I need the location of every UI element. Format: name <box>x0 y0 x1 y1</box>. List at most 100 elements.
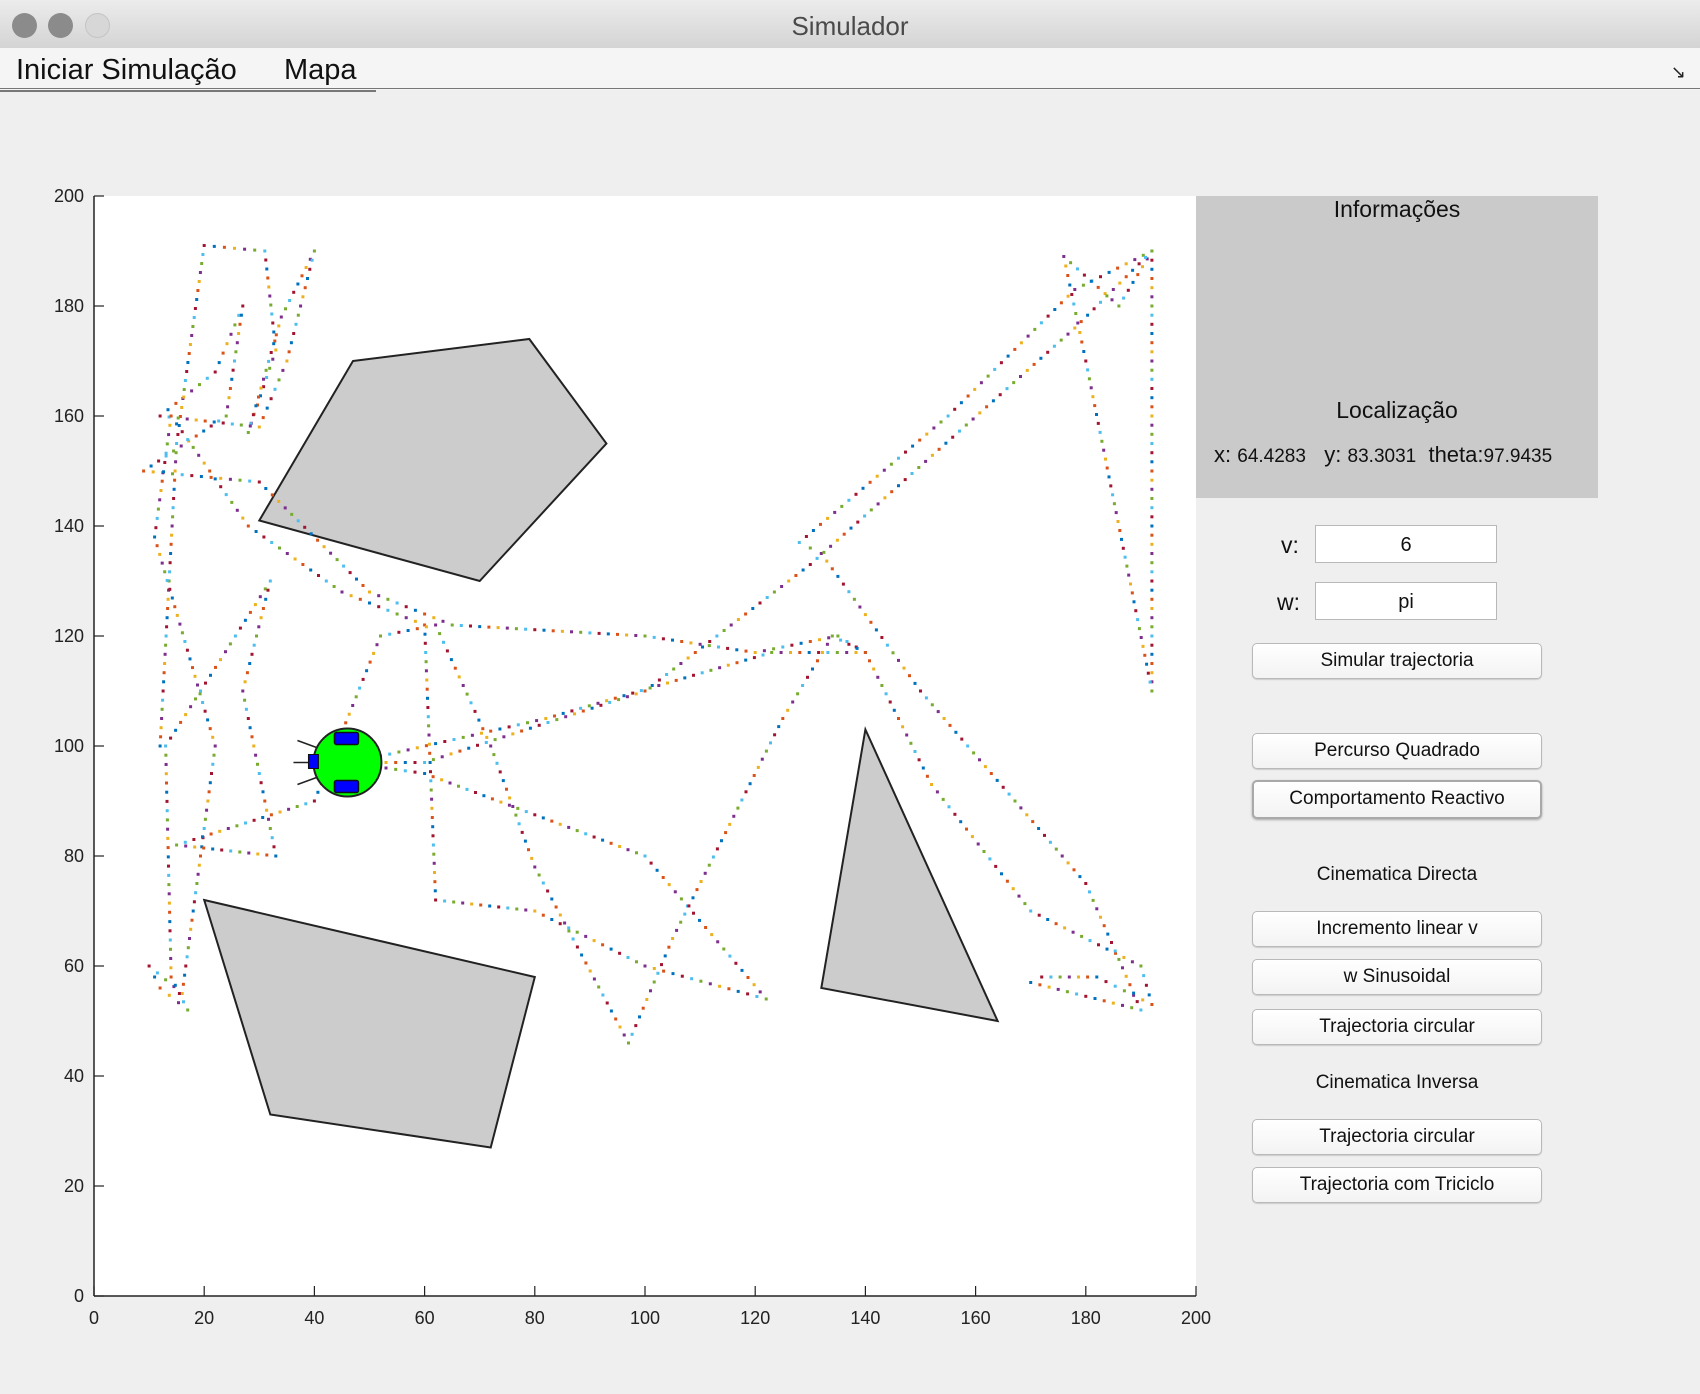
trajectory-point <box>166 408 170 412</box>
reactive-behavior-button[interactable]: Comportamento Reactivo <box>1252 780 1542 819</box>
trajectory-point <box>170 596 174 600</box>
trajectory-point <box>959 820 963 824</box>
trajectory-point <box>453 666 457 670</box>
trajectory-point <box>1080 340 1084 344</box>
trajectory-point <box>973 387 977 391</box>
trajectory-point <box>587 704 591 708</box>
linear-increment-button[interactable]: Incremento linear v <box>1252 911 1542 947</box>
trajectory-point <box>818 638 821 642</box>
trajectory-point <box>1023 902 1027 906</box>
x-tick-label: 160 <box>961 1308 991 1328</box>
trajectory-point <box>243 247 247 251</box>
trajectory-point <box>687 904 691 908</box>
trajectory-point <box>162 470 165 474</box>
trajectory-point <box>1131 280 1135 284</box>
square-path-button[interactable]: Percurso Quadrado <box>1252 733 1542 769</box>
trajectory-point <box>711 855 715 859</box>
x-tick-label: 180 <box>1071 1308 1101 1328</box>
trajectory-point <box>1129 582 1132 586</box>
trajectory-point <box>300 274 304 278</box>
trajectory-point <box>918 438 922 442</box>
trajectory-point <box>1150 506 1154 510</box>
trajectory-point <box>211 735 215 739</box>
trajectory-point <box>465 787 469 791</box>
trajectory-point <box>1089 279 1093 283</box>
trajectory-point <box>816 659 819 663</box>
trajectory-point <box>1150 396 1154 400</box>
trajectory-point <box>592 977 596 981</box>
trajectory-point <box>239 313 243 317</box>
trajectory-point <box>1079 320 1083 324</box>
trajectory-point <box>1150 350 1154 354</box>
y-tick-label: 0 <box>74 1286 84 1306</box>
trajectory-point <box>189 705 193 709</box>
trajectory-point <box>358 597 362 601</box>
w-input[interactable]: pi <box>1315 582 1497 620</box>
tricycle-trajectory-button[interactable]: Trajectoria com Triciclo <box>1252 1167 1542 1203</box>
trajectory-point <box>265 853 269 857</box>
trajectory-point <box>160 561 164 565</box>
undock-icon[interactable]: ↘ <box>1671 62 1686 83</box>
trajectory-point <box>262 385 266 389</box>
trajectory-point <box>205 808 209 812</box>
trajectory-point <box>423 772 427 775</box>
trajectory-point <box>609 947 613 951</box>
trajectory-point <box>679 897 683 901</box>
trajectory-point <box>228 387 232 390</box>
trajectory-point <box>238 850 242 854</box>
trajectory-point <box>1066 294 1070 298</box>
trajectory-point <box>959 401 963 405</box>
trajectory-point <box>1136 618 1140 622</box>
trajectory-point <box>1096 421 1100 425</box>
localization-title: Localização <box>1336 397 1458 423</box>
trajectory-point <box>273 339 277 343</box>
trajectory-point <box>855 646 859 650</box>
trajectory-point <box>210 772 213 775</box>
trajectory-point <box>708 982 712 986</box>
trajectory-point <box>348 571 352 575</box>
simulate-trajectory-button[interactable]: Simular trajectoria <box>1252 643 1542 679</box>
trajectory-point <box>169 975 173 979</box>
trajectory-point <box>1150 533 1154 537</box>
trajectory-point <box>169 947 172 951</box>
trajectory-point <box>1082 350 1086 353</box>
trajectory-point <box>1078 875 1082 879</box>
trajectory-point <box>180 631 184 635</box>
trajectory-point <box>264 368 268 372</box>
trajectory-point <box>1110 298 1114 302</box>
trajectory-point <box>652 967 656 970</box>
theta-value: 97.9435 <box>1483 446 1553 467</box>
trajectory-point <box>164 978 168 982</box>
trajectory-point <box>166 836 170 840</box>
sinusoidal-w-button[interactable]: w Sinusoidal <box>1252 959 1542 995</box>
trajectory-point <box>193 674 197 678</box>
trajectory-point <box>571 937 575 941</box>
trajectory-point <box>863 613 867 617</box>
trajectory-point <box>674 678 678 682</box>
trajectory-point <box>808 563 812 566</box>
trajectory-point <box>1069 261 1073 265</box>
circular-trajectory-direct-button[interactable]: Trajectoria circular <box>1252 1009 1542 1045</box>
trajectory-point <box>248 424 252 428</box>
trajectory-point <box>1150 341 1154 345</box>
trajectory-point <box>661 637 665 641</box>
trajectory-point <box>202 461 206 465</box>
trajectory-point <box>432 852 436 856</box>
trajectory-point <box>167 901 171 905</box>
trajectory-point <box>665 673 669 676</box>
trajectory-point <box>869 508 873 512</box>
trajectory-point <box>505 626 509 630</box>
trajectory-point <box>736 806 740 810</box>
trajectory-point <box>377 605 381 609</box>
trajectory-point <box>947 805 951 809</box>
trajectory-point <box>194 697 197 701</box>
trajectory-point <box>168 920 172 924</box>
trajectory-point <box>1118 529 1122 532</box>
trajectory-point <box>196 683 199 687</box>
v-input[interactable]: 6 <box>1315 525 1497 563</box>
trajectory-point <box>197 453 201 457</box>
trajectory-point <box>159 489 163 492</box>
circular-trajectory-inverse-button[interactable]: Trajectoria circular <box>1252 1119 1542 1155</box>
trajectory-point <box>691 896 695 900</box>
trajectory-point <box>639 689 643 693</box>
